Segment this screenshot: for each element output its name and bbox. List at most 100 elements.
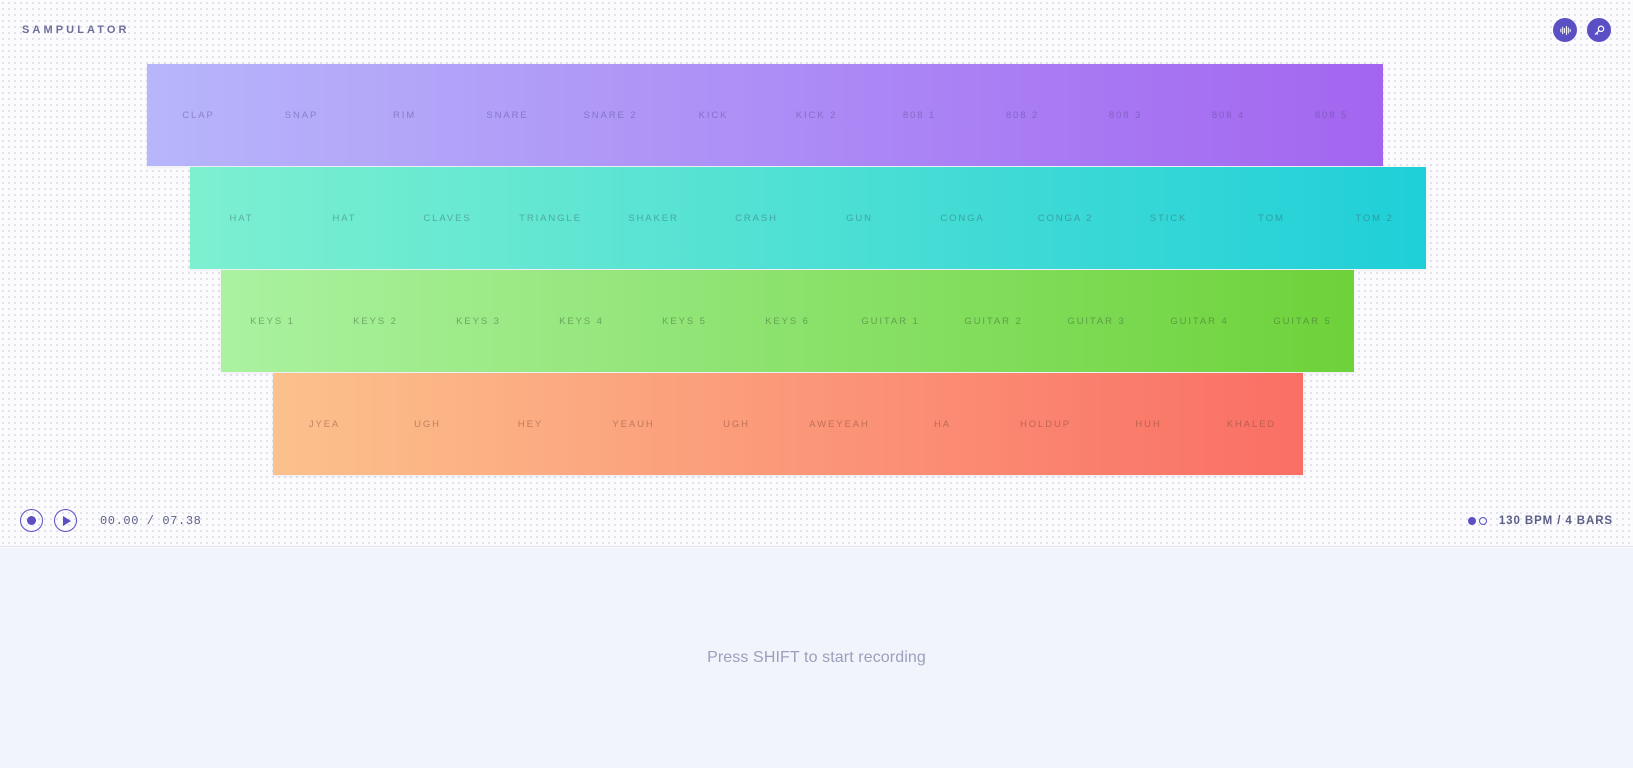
pad-label: KEYS 2 <box>353 315 398 327</box>
pad-conga-2[interactable]: CONGA 2 <box>1014 167 1117 269</box>
bpm-label[interactable]: 130 BPM / 4 BARS <box>1499 515 1613 527</box>
pad-label: SHAKER <box>628 212 679 224</box>
pad-hey[interactable]: HEY <box>479 373 582 475</box>
pad-keys-4[interactable]: KEYS 4 <box>530 270 633 372</box>
pad-label: GUITAR 5 <box>1273 315 1332 327</box>
pad-keys-2[interactable]: KEYS 2 <box>324 270 427 372</box>
pad-triangle[interactable]: TRIANGLE <box>499 167 602 269</box>
play-button[interactable] <box>54 509 77 532</box>
pad-crash[interactable]: CRASH <box>705 167 808 269</box>
pad-kick-2[interactable]: KICK 2 <box>765 64 868 166</box>
record-button[interactable] <box>20 509 43 532</box>
pad-aweyeah[interactable]: AWEYEAH <box>788 373 891 475</box>
pad-label: CRASH <box>735 212 778 224</box>
recorder-panel: Press SHIFT to start recording <box>0 548 1633 768</box>
pad-guitar-5[interactable]: GUITAR 5 <box>1251 270 1354 372</box>
pad-label: HA <box>934 418 951 430</box>
pad-keys-5[interactable]: KEYS 5 <box>633 270 736 372</box>
pad-808-2[interactable]: 808 2 <box>971 64 1074 166</box>
pad-snare-2[interactable]: SNARE 2 <box>559 64 662 166</box>
pad-keys-6[interactable]: KEYS 6 <box>736 270 839 372</box>
pad-label: GUITAR 4 <box>1170 315 1229 327</box>
pad-label: AWEYEAH <box>809 418 870 430</box>
pad-label: YEAUH <box>612 418 655 430</box>
pad-label: KEYS 4 <box>559 315 604 327</box>
pad-yeauh[interactable]: YEAUH <box>582 373 685 475</box>
pad-label: HUH <box>1135 418 1162 430</box>
pad-jyea[interactable]: JYEA <box>273 373 376 475</box>
pad-grid: CLAP SNAP RIM SNARE SNARE 2 KICK KICK 2 808 1 80… <box>0 0 1633 495</box>
pad-label: CONGA 2 <box>1037 212 1094 224</box>
pad-label: KEYS 6 <box>765 315 810 327</box>
key-icon[interactable] <box>1587 18 1611 42</box>
app-title: SAMPULATOR <box>22 24 130 36</box>
header-actions <box>1553 18 1611 42</box>
pad-ugh[interactable]: UGH <box>376 373 479 475</box>
pad-label: TOM <box>1258 212 1285 224</box>
pad-label: JYEA <box>308 418 341 430</box>
pad-808-3[interactable]: 808 3 <box>1074 64 1177 166</box>
pad-label: GUITAR 3 <box>1067 315 1126 327</box>
pad-tom[interactable]: TOM <box>1220 167 1323 269</box>
pad-khaled[interactable]: KHALED <box>1200 373 1303 475</box>
pad-rim[interactable]: RIM <box>353 64 456 166</box>
pad-label: HOLDUP <box>1020 418 1071 430</box>
pad-claves[interactable]: CLAVES <box>396 167 499 269</box>
pad-label: CLAP <box>182 109 215 121</box>
percussion-row: HAT HAT CLAVES TRIANGLE SHAKER CRASH GUN CONGA C… <box>190 167 1426 269</box>
pad-guitar-2[interactable]: GUITAR 2 <box>942 270 1045 372</box>
pad-label: KEYS 5 <box>662 315 707 327</box>
pad-label: UGH <box>414 418 441 430</box>
pad-label: KHALED <box>1226 418 1277 430</box>
pad-label: 808 2 <box>1005 109 1040 121</box>
pad-label: SNARE <box>486 109 529 121</box>
pad-keys-3[interactable]: KEYS 3 <box>427 270 530 372</box>
melodic-row: KEYS 1 KEYS 2 KEYS 3 KEYS 4 KEYS 5 KEYS 6 GUIT… <box>221 270 1354 372</box>
pad-guitar-3[interactable]: GUITAR 3 <box>1045 270 1148 372</box>
pad-kick[interactable]: KICK <box>662 64 765 166</box>
vocal-row: JYEA UGH HEY YEAUH UGH AWEYEAH HA HOLDUP HUH KHAL… <box>273 373 1303 475</box>
play-triangle-icon <box>63 515 71 526</box>
pad-label: TRIANGLE <box>519 212 582 224</box>
pad-label: GUN <box>846 212 873 224</box>
pad-ugh[interactable]: UGH <box>685 373 788 475</box>
pad-label: SNAP <box>284 109 319 121</box>
pad-808-4[interactable]: 808 4 <box>1177 64 1280 166</box>
pad-tom-2[interactable]: TOM 2 <box>1323 167 1426 269</box>
transport-bar: 00.00 / 07.38 130 BPM / 4 BARS <box>0 495 1633 547</box>
pad-label: HAT <box>332 212 357 224</box>
pad-guitar-1[interactable]: GUITAR 1 <box>839 270 942 372</box>
pad-holdup[interactable]: HOLDUP <box>994 373 1097 475</box>
pad-ha[interactable]: HA <box>891 373 994 475</box>
pad-808-5[interactable]: 808 5 <box>1280 64 1383 166</box>
pad-hat[interactable]: HAT <box>293 167 396 269</box>
pad-huh[interactable]: HUH <box>1097 373 1200 475</box>
pad-label: KICK <box>698 109 729 121</box>
transport-controls: 00.00 / 07.38 <box>20 509 201 532</box>
pad-label: KEYS 3 <box>456 315 501 327</box>
pad-guitar-4[interactable]: GUITAR 4 <box>1148 270 1251 372</box>
pad-clap[interactable]: CLAP <box>147 64 250 166</box>
pad-label: CLAVES <box>423 212 472 224</box>
pad-snap[interactable]: SNAP <box>250 64 353 166</box>
pad-808-1[interactable]: 808 1 <box>868 64 971 166</box>
pad-label: 808 5 <box>1314 109 1349 121</box>
pad-keys-1[interactable]: KEYS 1 <box>221 270 324 372</box>
tempo-controls: 130 BPM / 4 BARS <box>1467 515 1613 527</box>
page-indicator <box>1467 516 1487 525</box>
pad-conga[interactable]: CONGA <box>911 167 1014 269</box>
page-dot-2[interactable] <box>1478 516 1487 525</box>
app-header: SAMPULATOR <box>0 0 1633 60</box>
pad-label: TOM 2 <box>1355 212 1394 224</box>
pad-label: 808 3 <box>1108 109 1143 121</box>
record-dot-icon <box>27 516 36 525</box>
pad-stick[interactable]: STICK <box>1117 167 1220 269</box>
pad-shaker[interactable]: SHAKER <box>602 167 705 269</box>
waveform-icon[interactable] <box>1553 18 1577 42</box>
pad-label: KICK 2 <box>795 109 838 121</box>
pad-gun[interactable]: GUN <box>808 167 911 269</box>
pad-label: HAT <box>229 212 254 224</box>
pad-hat[interactable]: HAT <box>190 167 293 269</box>
page-dot-1[interactable] <box>1467 516 1476 525</box>
pad-snare[interactable]: SNARE <box>456 64 559 166</box>
